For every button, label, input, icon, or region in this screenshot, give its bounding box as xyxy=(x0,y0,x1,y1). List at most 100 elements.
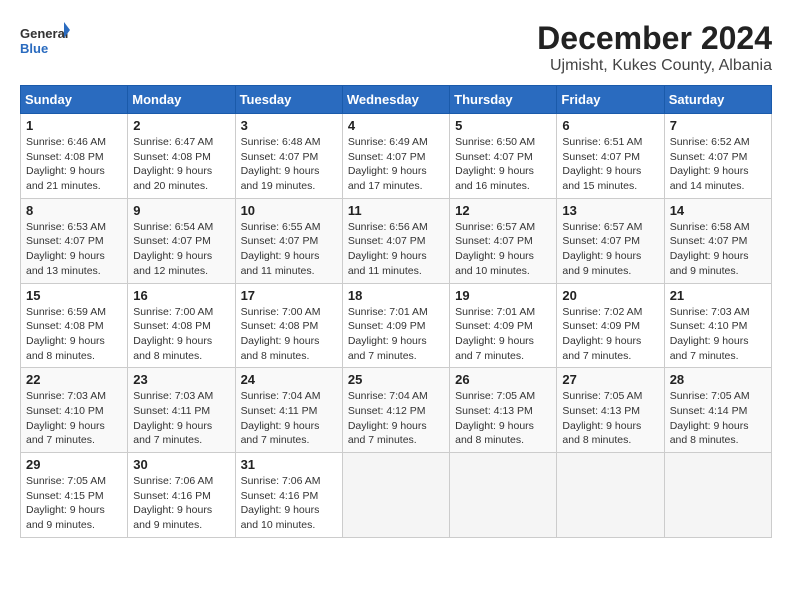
day-number: 9 xyxy=(133,203,229,218)
day-info: Sunrise: 6:58 AM Sunset: 4:07 PM Dayligh… xyxy=(670,220,766,279)
calendar-week-row: 22Sunrise: 7:03 AM Sunset: 4:10 PM Dayli… xyxy=(21,368,772,453)
svg-text:General: General xyxy=(20,26,68,41)
calendar-header-row: Sunday Monday Tuesday Wednesday Thursday… xyxy=(21,86,772,114)
day-info: Sunrise: 6:50 AM Sunset: 4:07 PM Dayligh… xyxy=(455,135,551,194)
day-number: 13 xyxy=(562,203,658,218)
calendar-day-cell: 25 Sunrise: 7:04 AM Sunset: 4:12 PM Dayli… xyxy=(342,368,449,453)
col-monday: Monday xyxy=(128,86,235,114)
col-friday: Friday xyxy=(557,86,664,114)
calendar-day-cell: 22Sunrise: 7:03 AM Sunset: 4:10 PM Dayli… xyxy=(21,368,128,453)
day-info: Sunrise: 7:03 AM Sunset: 4:10 PM Dayligh… xyxy=(670,305,766,364)
day-number: 18 xyxy=(348,288,444,303)
col-thursday: Thursday xyxy=(450,86,557,114)
day-number: 27 xyxy=(562,372,658,387)
calendar-day-cell: 18 Sunrise: 7:01 AM Sunset: 4:09 PM Dayli… xyxy=(342,283,449,368)
day-info: Sunrise: 7:04 AM Sunset: 4:11 PM Dayligh… xyxy=(241,389,337,448)
day-number: 6 xyxy=(562,118,658,133)
calendar-day-cell: 13Sunrise: 6:57 AM Sunset: 4:07 PM Dayli… xyxy=(557,198,664,283)
day-info: Sunrise: 7:05 AM Sunset: 4:13 PM Dayligh… xyxy=(562,389,658,448)
calendar-day-cell: 27 Sunrise: 7:05 AM Sunset: 4:13 PM Dayli… xyxy=(557,368,664,453)
calendar-day-cell: 2 Sunrise: 6:47 AM Sunset: 4:08 PM Daylig… xyxy=(128,114,235,199)
day-number: 15 xyxy=(26,288,122,303)
day-number: 12 xyxy=(455,203,551,218)
col-tuesday: Tuesday xyxy=(235,86,342,114)
day-info: Sunrise: 7:01 AM Sunset: 4:09 PM Dayligh… xyxy=(348,305,444,364)
calendar-day-cell: 20 Sunrise: 7:02 AM Sunset: 4:09 PM Dayli… xyxy=(557,283,664,368)
day-number: 26 xyxy=(455,372,551,387)
calendar-day-cell: 26 Sunrise: 7:05 AM Sunset: 4:13 PM Dayli… xyxy=(450,368,557,453)
day-info: Sunrise: 6:48 AM Sunset: 4:07 PM Dayligh… xyxy=(241,135,337,194)
calendar-day-cell xyxy=(664,453,771,538)
calendar-day-cell xyxy=(557,453,664,538)
day-info: Sunrise: 7:06 AM Sunset: 4:16 PM Dayligh… xyxy=(241,474,337,533)
calendar-week-row: 29Sunrise: 7:05 AM Sunset: 4:15 PM Dayli… xyxy=(21,453,772,538)
day-number: 19 xyxy=(455,288,551,303)
day-number: 8 xyxy=(26,203,122,218)
calendar-day-cell: 1Sunrise: 6:46 AM Sunset: 4:08 PM Daylig… xyxy=(21,114,128,199)
day-info: Sunrise: 7:05 AM Sunset: 4:14 PM Dayligh… xyxy=(670,389,766,448)
calendar-day-cell xyxy=(342,453,449,538)
day-number: 30 xyxy=(133,457,229,472)
day-number: 10 xyxy=(241,203,337,218)
calendar-day-cell xyxy=(450,453,557,538)
day-info: Sunrise: 7:00 AM Sunset: 4:08 PM Dayligh… xyxy=(133,305,229,364)
day-info: Sunrise: 7:03 AM Sunset: 4:11 PM Dayligh… xyxy=(133,389,229,448)
day-number: 16 xyxy=(133,288,229,303)
calendar-day-cell: 29Sunrise: 7:05 AM Sunset: 4:15 PM Dayli… xyxy=(21,453,128,538)
day-number: 23 xyxy=(133,372,229,387)
day-number: 28 xyxy=(670,372,766,387)
day-info: Sunrise: 7:01 AM Sunset: 4:09 PM Dayligh… xyxy=(455,305,551,364)
calendar-day-cell: 23 Sunrise: 7:03 AM Sunset: 4:11 PM Dayli… xyxy=(128,368,235,453)
day-number: 21 xyxy=(670,288,766,303)
day-info: Sunrise: 7:05 AM Sunset: 4:13 PM Dayligh… xyxy=(455,389,551,448)
col-saturday: Saturday xyxy=(664,86,771,114)
day-info: Sunrise: 7:02 AM Sunset: 4:09 PM Dayligh… xyxy=(562,305,658,364)
day-info: Sunrise: 7:06 AM Sunset: 4:16 PM Dayligh… xyxy=(133,474,229,533)
day-number: 7 xyxy=(670,118,766,133)
day-number: 2 xyxy=(133,118,229,133)
day-info: Sunrise: 6:55 AM Sunset: 4:07 PM Dayligh… xyxy=(241,220,337,279)
calendar-week-row: 15 Sunrise: 6:59 AM Sunset: 4:08 PM Dayli… xyxy=(21,283,772,368)
calendar-day-cell: 28 Sunrise: 7:05 AM Sunset: 4:14 PM Dayli… xyxy=(664,368,771,453)
location-subtitle: Ujmisht, Kukes County, Albania xyxy=(537,57,772,75)
calendar-day-cell: 6Sunrise: 6:51 AM Sunset: 4:07 PM Daylig… xyxy=(557,114,664,199)
title-section: December 2024 Ujmisht, Kukes County, Alb… xyxy=(537,20,772,75)
calendar-day-cell: 24Sunrise: 7:04 AM Sunset: 4:11 PM Dayli… xyxy=(235,368,342,453)
day-number: 5 xyxy=(455,118,551,133)
day-info: Sunrise: 6:52 AM Sunset: 4:07 PM Dayligh… xyxy=(670,135,766,194)
day-info: Sunrise: 6:56 AM Sunset: 4:07 PM Dayligh… xyxy=(348,220,444,279)
day-number: 22 xyxy=(26,372,122,387)
calendar-day-cell: 12 Sunrise: 6:57 AM Sunset: 4:07 PM Dayli… xyxy=(450,198,557,283)
calendar-day-cell: 10 Sunrise: 6:55 AM Sunset: 4:07 PM Dayli… xyxy=(235,198,342,283)
day-number: 3 xyxy=(241,118,337,133)
day-info: Sunrise: 6:53 AM Sunset: 4:07 PM Dayligh… xyxy=(26,220,122,279)
calendar-day-cell: 5 Sunrise: 6:50 AM Sunset: 4:07 PM Daylig… xyxy=(450,114,557,199)
day-info: Sunrise: 6:59 AM Sunset: 4:08 PM Dayligh… xyxy=(26,305,122,364)
day-number: 29 xyxy=(26,457,122,472)
calendar-day-cell: 30 Sunrise: 7:06 AM Sunset: 4:16 PM Dayli… xyxy=(128,453,235,538)
calendar-day-cell: 31Sunrise: 7:06 AM Sunset: 4:16 PM Dayli… xyxy=(235,453,342,538)
calendar-day-cell: 9Sunrise: 6:54 AM Sunset: 4:07 PM Daylig… xyxy=(128,198,235,283)
day-number: 25 xyxy=(348,372,444,387)
calendar-day-cell: 21 Sunrise: 7:03 AM Sunset: 4:10 PM Dayli… xyxy=(664,283,771,368)
calendar-day-cell: 19 Sunrise: 7:01 AM Sunset: 4:09 PM Dayli… xyxy=(450,283,557,368)
calendar-week-row: 8 Sunrise: 6:53 AM Sunset: 4:07 PM Daylig… xyxy=(21,198,772,283)
day-info: Sunrise: 7:04 AM Sunset: 4:12 PM Dayligh… xyxy=(348,389,444,448)
logo-svg: General Blue xyxy=(20,20,70,65)
header: General Blue December 2024 Ujmisht, Kuke… xyxy=(20,20,772,75)
day-number: 1 xyxy=(26,118,122,133)
day-number: 17 xyxy=(241,288,337,303)
calendar-day-cell: 4Sunrise: 6:49 AM Sunset: 4:07 PM Daylig… xyxy=(342,114,449,199)
calendar-week-row: 1Sunrise: 6:46 AM Sunset: 4:08 PM Daylig… xyxy=(21,114,772,199)
calendar-day-cell: 14Sunrise: 6:58 AM Sunset: 4:07 PM Dayli… xyxy=(664,198,771,283)
calendar-day-cell: 15 Sunrise: 6:59 AM Sunset: 4:08 PM Dayli… xyxy=(21,283,128,368)
col-sunday: Sunday xyxy=(21,86,128,114)
day-number: 20 xyxy=(562,288,658,303)
day-info: Sunrise: 7:00 AM Sunset: 4:08 PM Dayligh… xyxy=(241,305,337,364)
day-info: Sunrise: 6:47 AM Sunset: 4:08 PM Dayligh… xyxy=(133,135,229,194)
month-year-title: December 2024 xyxy=(537,20,772,57)
calendar-day-cell: 16 Sunrise: 7:00 AM Sunset: 4:08 PM Dayli… xyxy=(128,283,235,368)
calendar-day-cell: 17 Sunrise: 7:00 AM Sunset: 4:08 PM Dayli… xyxy=(235,283,342,368)
day-info: Sunrise: 6:57 AM Sunset: 4:07 PM Dayligh… xyxy=(455,220,551,279)
calendar-day-cell: 8 Sunrise: 6:53 AM Sunset: 4:07 PM Daylig… xyxy=(21,198,128,283)
